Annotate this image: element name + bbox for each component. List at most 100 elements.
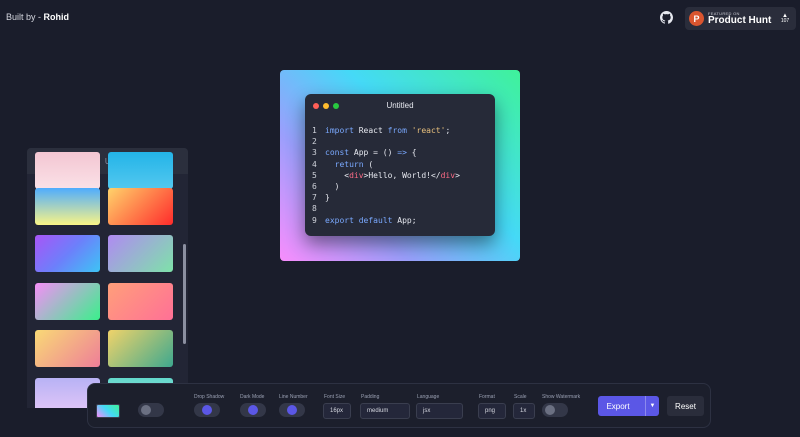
code-token: ; bbox=[445, 126, 451, 135]
code-text: import React from 'react'; bbox=[325, 125, 450, 136]
code-token: export bbox=[325, 215, 354, 225]
code-token: ( bbox=[363, 159, 374, 169]
toggle-knob bbox=[248, 405, 258, 415]
dark-mode-toggle[interactable] bbox=[240, 403, 266, 417]
code-token: App = () bbox=[349, 148, 398, 158]
gradient-swatch[interactable] bbox=[35, 283, 100, 320]
code-token: >Hello, World!</ bbox=[363, 170, 441, 180]
gradient-swatch[interactable] bbox=[108, 283, 173, 320]
code-token: from bbox=[387, 126, 407, 135]
line-number: 2 bbox=[312, 137, 317, 147]
code-token: React bbox=[353, 126, 388, 135]
line-number-toggle[interactable] bbox=[279, 403, 305, 417]
gradient-swatch[interactable] bbox=[108, 330, 173, 367]
code-line: 3 const App = () => { bbox=[312, 147, 460, 158]
code-token: => bbox=[397, 148, 407, 158]
code-text: export default App; bbox=[325, 215, 417, 226]
reset-button[interactable]: Reset bbox=[667, 396, 704, 416]
code-line: 8 bbox=[312, 203, 460, 214]
format-select[interactable]: png bbox=[478, 403, 506, 419]
code-text: return ( bbox=[325, 159, 374, 170]
code-token: div bbox=[349, 170, 364, 180]
background-color-swatch[interactable] bbox=[96, 404, 120, 418]
font-size-select[interactable]: 16px bbox=[323, 403, 351, 419]
show-watermark-toggle[interactable] bbox=[542, 403, 568, 417]
built-by-prefix: Built by - bbox=[6, 12, 44, 22]
dark-mode-label: Dark Mode bbox=[240, 394, 265, 400]
gradient-swatch[interactable] bbox=[108, 188, 173, 225]
code-text: } bbox=[325, 192, 330, 203]
line-number: 4 bbox=[312, 159, 317, 169]
code-token: const bbox=[325, 148, 350, 158]
code-line: 6 ) bbox=[312, 181, 460, 192]
toggle-knob bbox=[141, 405, 151, 415]
code-token: < bbox=[325, 170, 350, 180]
code-token: div bbox=[440, 170, 456, 180]
font-size-label: Font Size bbox=[324, 394, 346, 400]
gradient-swatch[interactable] bbox=[35, 330, 100, 367]
code-window: Untitled 1 import React from 'react'; 2 3 co… bbox=[305, 94, 495, 236]
line-number: 7 bbox=[312, 193, 317, 203]
code-token: } bbox=[325, 193, 330, 203]
toggle-knob bbox=[287, 405, 297, 415]
code-editor[interactable]: 1 import React from 'react'; 2 3 const App =… bbox=[312, 125, 460, 226]
code-token: { bbox=[406, 148, 417, 158]
background-toggle[interactable] bbox=[138, 403, 164, 417]
export-button[interactable]: Export ▼ bbox=[598, 396, 659, 416]
gradient-swatch[interactable] bbox=[35, 152, 100, 189]
line-number: 5 bbox=[312, 170, 317, 180]
gradient-swatch[interactable] bbox=[108, 152, 173, 189]
line-number: 3 bbox=[312, 148, 317, 158]
drop-shadow-toggle[interactable] bbox=[194, 403, 220, 417]
background-picker-panel: ColorsGradientsUnsplash bbox=[27, 148, 188, 408]
built-by-credit: Built by - Rohid bbox=[6, 12, 69, 22]
code-line: 7} bbox=[312, 192, 460, 203]
language-select[interactable]: jsx bbox=[416, 403, 463, 419]
code-text: ) bbox=[325, 181, 340, 192]
gradient-swatch[interactable] bbox=[35, 188, 100, 225]
export-label: Export bbox=[606, 401, 630, 411]
export-dropdown-icon[interactable]: ▼ bbox=[645, 396, 659, 416]
show-watermark-label: Show Watermark bbox=[542, 394, 581, 400]
code-line: 4 return ( bbox=[312, 159, 460, 170]
toggle-knob bbox=[202, 405, 212, 415]
line-number: 6 bbox=[312, 182, 317, 192]
padding-select[interactable]: medium bbox=[360, 403, 410, 419]
producthunt-logo-icon: P bbox=[689, 11, 704, 26]
line-number: 8 bbox=[312, 204, 317, 214]
window-title[interactable]: Untitled bbox=[305, 101, 495, 110]
code-text: const App = () => { bbox=[325, 147, 417, 158]
scale-select[interactable]: 1x bbox=[513, 403, 535, 419]
code-token: import bbox=[325, 126, 354, 135]
code-line: 5 <div>Hello, World!</div> bbox=[312, 170, 460, 181]
line-number-label: Line Number bbox=[279, 394, 308, 400]
code-text: <div>Hello, World!</div> bbox=[325, 170, 460, 181]
code-token: return bbox=[325, 159, 364, 169]
line-number: 9 bbox=[312, 215, 317, 225]
scale-label: Scale bbox=[514, 394, 527, 400]
upvote-count: 107 bbox=[780, 18, 790, 24]
code-token: App; bbox=[392, 215, 417, 225]
panel-scrollbar[interactable] bbox=[183, 244, 186, 344]
producthunt-badge[interactable]: P FEATURED ON Product Hunt ▲ 107 bbox=[685, 7, 796, 30]
code-token: > bbox=[455, 170, 460, 180]
line-number: 1 bbox=[312, 126, 317, 135]
code-line: 1 import React from 'react'; bbox=[312, 125, 460, 136]
code-line: 2 bbox=[312, 136, 460, 147]
drop-shadow-label: Drop Shadow bbox=[194, 394, 225, 400]
toggle-knob bbox=[545, 405, 555, 415]
author-link[interactable]: Rohid bbox=[44, 12, 70, 22]
padding-label: Padding bbox=[361, 394, 380, 400]
code-token: 'react' bbox=[411, 126, 446, 135]
format-label: Format bbox=[479, 394, 495, 400]
code-token: ) bbox=[325, 182, 340, 192]
code-token: default bbox=[358, 215, 393, 225]
gradient-swatch[interactable] bbox=[35, 235, 100, 272]
producthunt-text: FEATURED ON Product Hunt bbox=[708, 11, 772, 26]
code-line: 9 export default App; bbox=[312, 215, 460, 226]
upvote-counter: ▲ 107 bbox=[778, 13, 792, 24]
producthunt-name: Product Hunt bbox=[708, 14, 772, 26]
language-label: Language bbox=[417, 394, 440, 400]
gradient-swatch[interactable] bbox=[108, 235, 173, 272]
github-icon[interactable] bbox=[660, 11, 673, 24]
